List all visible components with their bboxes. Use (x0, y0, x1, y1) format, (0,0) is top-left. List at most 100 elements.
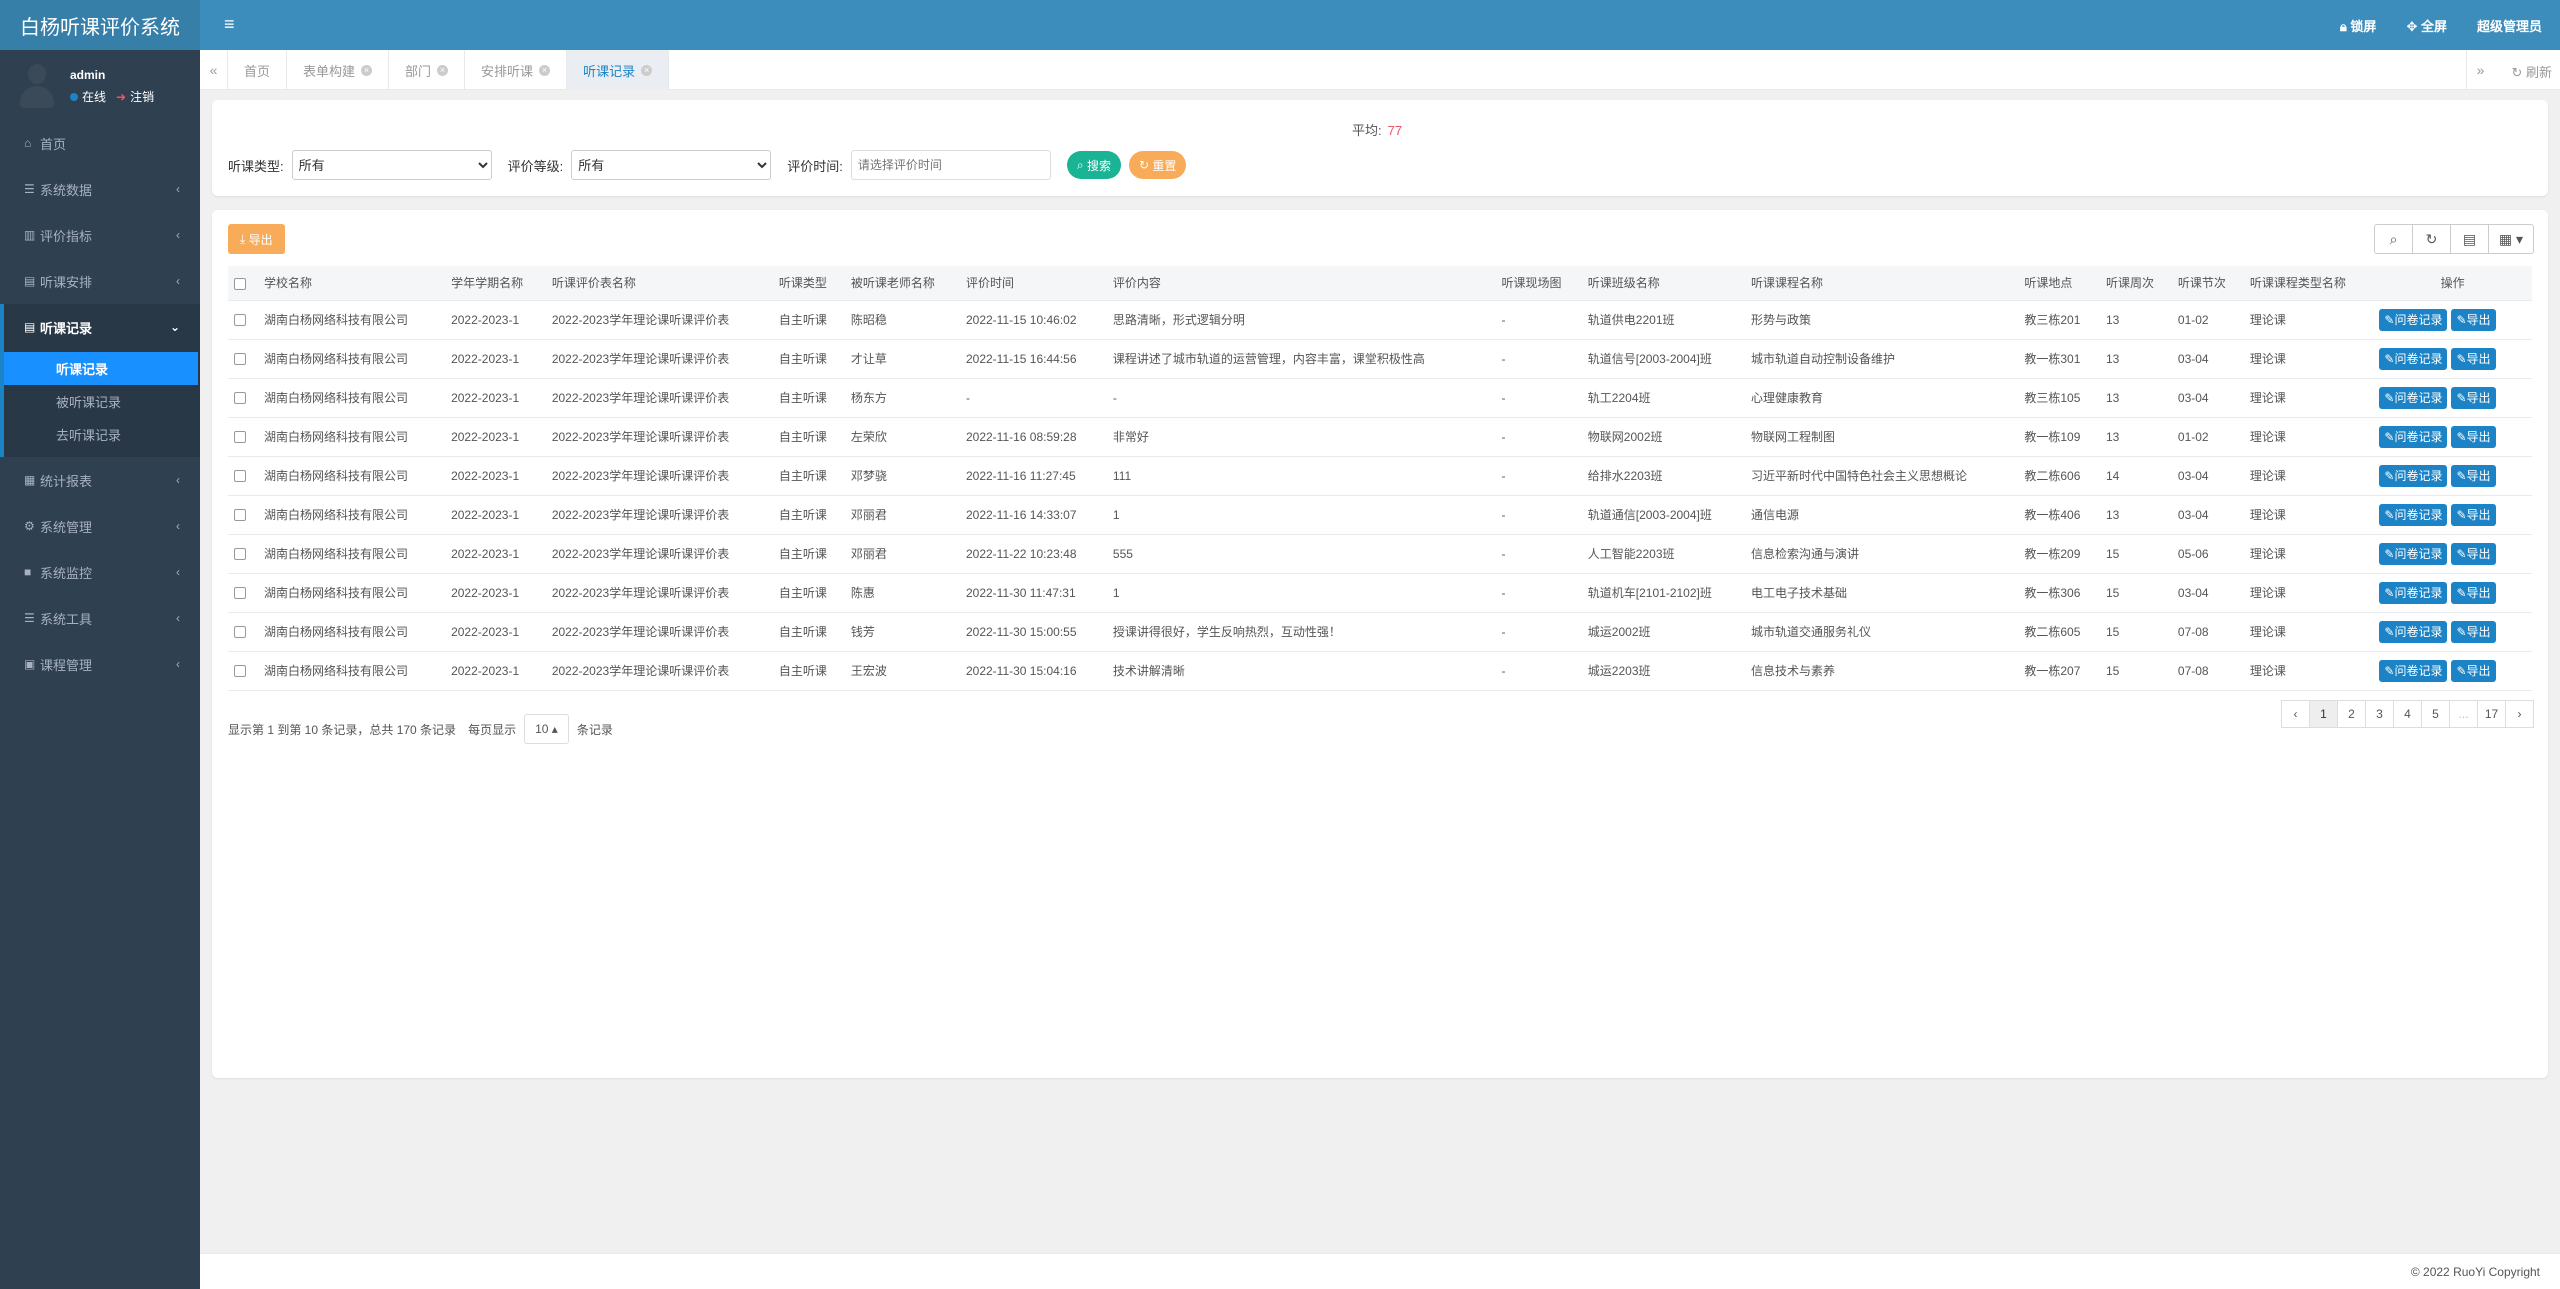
questionnaire-record-button[interactable]: ✎ 问卷记录 (2379, 542, 2448, 565)
sidebar-item-1[interactable]: ☰ 系统数据 ‹ (0, 166, 200, 212)
tab-4[interactable]: 听课记录 × (567, 50, 670, 90)
column-header[interactable]: 听课现场图 (1495, 266, 1582, 300)
sidebar-item-3[interactable]: ▤ 听课安排 ‹ (0, 258, 200, 304)
submenu-item-1[interactable]: 被听课记录 (4, 385, 200, 418)
close-tab-icon[interactable]: × (437, 64, 449, 76)
column-header[interactable]: 听课地点 (2018, 266, 2100, 300)
questionnaire-record-button[interactable]: ✎ 问卷记录 (2379, 503, 2448, 526)
reset-button[interactable]: ↻ 重置 (1128, 151, 1187, 179)
submenu-item-0[interactable]: 听课记录 (4, 352, 198, 385)
next-page-button[interactable]: › (2505, 700, 2534, 728)
column-header[interactable]: 评价内容 (1106, 266, 1496, 300)
sidebar-item-2[interactable]: ▥ 评价指标 ‹ (0, 212, 200, 258)
sidebar-item-5[interactable]: ▦ 统计报表 ‹ (0, 457, 200, 503)
page-button[interactable]: 4 (2393, 700, 2422, 728)
type-select[interactable]: 所有 (291, 150, 492, 180)
row-export-button[interactable]: ✎ 导出 (2451, 659, 2496, 682)
toggle-search-icon[interactable]: ⌕ (2374, 224, 2413, 254)
row-export-button[interactable]: ✎ 导出 (2451, 308, 2496, 331)
column-header[interactable]: 听课课程类型名称 (2243, 266, 2374, 300)
table-cell: 习近平新时代中国特色社会主义思想概论 (1744, 455, 2019, 495)
sidebar-item-6[interactable]: ⚙ 系统管理 ‹ (0, 503, 200, 549)
tabs-scroll-right-icon[interactable]: » (2466, 50, 2494, 90)
fullscreen-button[interactable]: ✥ 全屏 (2406, 16, 2447, 35)
row-checkbox[interactable] (234, 509, 246, 522)
row-checkbox[interactable] (234, 431, 246, 444)
questionnaire-record-button[interactable]: ✎ 问卷记录 (2379, 464, 2448, 487)
row-export-button[interactable]: ✎ 导出 (2451, 620, 2496, 643)
app-logo[interactable]: 白杨听课评价系统 (0, 0, 200, 50)
time-input[interactable] (850, 150, 1051, 180)
tab-2[interactable]: 部门 × (389, 50, 466, 90)
user-role-menu[interactable]: 超级管理员 (2477, 16, 2542, 35)
page-button[interactable]: 17 (2477, 700, 2506, 728)
level-select[interactable]: 所有 (571, 150, 772, 180)
refresh-table-icon[interactable]: ↻ (2412, 224, 2451, 254)
close-tab-icon[interactable]: × (361, 64, 373, 76)
row-checkbox[interactable] (234, 470, 246, 483)
questionnaire-record-button[interactable]: ✎ 问卷记录 (2379, 308, 2448, 331)
sidebar-item-7[interactable]: ■ 系统监控 ‹ (0, 549, 200, 595)
logout-link[interactable]: ➜ 注销 (116, 88, 154, 105)
row-export-button[interactable]: ✎ 导出 (2451, 581, 2496, 604)
row-checkbox[interactable] (234, 587, 246, 600)
row-export-button[interactable]: ✎ 导出 (2451, 503, 2496, 526)
row-checkbox[interactable] (234, 626, 246, 639)
row-export-button[interactable]: ✎ 导出 (2451, 542, 2496, 565)
select-all-checkbox[interactable] (234, 277, 246, 290)
prev-page-button[interactable]: ‹ (2281, 700, 2310, 728)
row-checkbox[interactable] (234, 392, 246, 405)
page-button[interactable]: 1 (2309, 700, 2338, 728)
row-checkbox[interactable] (234, 548, 246, 561)
questionnaire-record-button[interactable]: ✎ 问卷记录 (2379, 386, 2448, 409)
page-button[interactable]: 3 (2365, 700, 2394, 728)
avatar[interactable] (18, 64, 56, 108)
column-header[interactable]: 听课班级名称 (1581, 266, 1745, 300)
tabs-scroll-left-icon[interactable]: « (200, 50, 228, 90)
close-tab-icon[interactable]: × (641, 64, 653, 76)
row-export-button[interactable]: ✎ 导出 (2451, 464, 2496, 487)
card-view-icon[interactable]: ▤ (2450, 224, 2489, 254)
row-checkbox[interactable] (234, 314, 246, 327)
column-header[interactable]: 学校名称 (258, 266, 446, 300)
column-header[interactable]: 听课类型 (772, 266, 845, 300)
column-header[interactable]: 被听课老师名称 (844, 266, 960, 300)
column-header[interactable]: 听课节次 (2171, 266, 2244, 300)
row-export-button[interactable]: ✎ 导出 (2451, 386, 2496, 409)
tab-3[interactable]: 安排听课 × (465, 50, 568, 90)
submenu-item-2[interactable]: 去听课记录 (4, 418, 200, 451)
row-checkbox[interactable] (234, 353, 246, 366)
column-header[interactable]: 评价时间 (959, 266, 1107, 300)
column-header[interactable]: 听课课程名称 (1744, 266, 2019, 300)
sidebar-item-8[interactable]: ☰ 系统工具 ‹ (0, 595, 200, 641)
column-header[interactable]: 听课周次 (2099, 266, 2172, 300)
menu-toggle-icon[interactable]: ≡ (224, 14, 235, 35)
sidebar-item-0[interactable]: ⌂ 首页 (0, 120, 200, 166)
row-checkbox[interactable] (234, 665, 246, 678)
questionnaire-record-button[interactable]: ✎ 问卷记录 (2379, 581, 2448, 604)
columns-icon[interactable]: ▦ ▾ (2488, 224, 2534, 254)
row-export-button[interactable]: ✎ 导出 (2451, 347, 2496, 370)
tab-0[interactable]: 首页 (228, 50, 288, 90)
lock-screen-button[interactable]: 🔒︎ 锁屏 (2340, 16, 2377, 35)
column-header[interactable]: 学年学期名称 (445, 266, 546, 300)
sidebar-item-4[interactable]: ▤ 听课记录 ⌄ (0, 304, 200, 350)
column-header[interactable]: 听课评价表名称 (545, 266, 773, 300)
questionnaire-record-button[interactable]: ✎ 问卷记录 (2379, 620, 2448, 643)
refresh-tab-button[interactable]: ↻ 刷新 (2511, 62, 2552, 81)
export-button[interactable]: ⤓ 导出 (228, 224, 285, 254)
questionnaire-record-label: 问卷记录 (2394, 469, 2443, 483)
page-size-dropdown[interactable]: 10 ▴ (524, 714, 569, 744)
questionnaire-record-button[interactable]: ✎ 问卷记录 (2379, 347, 2448, 370)
column-header[interactable]: 操作 (2373, 266, 2532, 300)
close-tab-icon[interactable]: × (539, 64, 551, 76)
search-button[interactable]: ⌕ 搜索 (1066, 151, 1121, 179)
tab-1[interactable]: 表单构建 × (287, 50, 390, 90)
table-cell: 教一栋306 (2018, 572, 2100, 612)
page-button[interactable]: 2 (2337, 700, 2366, 728)
row-export-button[interactable]: ✎ 导出 (2451, 425, 2496, 448)
questionnaire-record-button[interactable]: ✎ 问卷记录 (2379, 425, 2448, 448)
sidebar-item-9[interactable]: ▣ 课程管理 ‹ (0, 641, 200, 687)
questionnaire-record-button[interactable]: ✎ 问卷记录 (2379, 659, 2448, 682)
page-button[interactable]: 5 (2421, 700, 2450, 728)
